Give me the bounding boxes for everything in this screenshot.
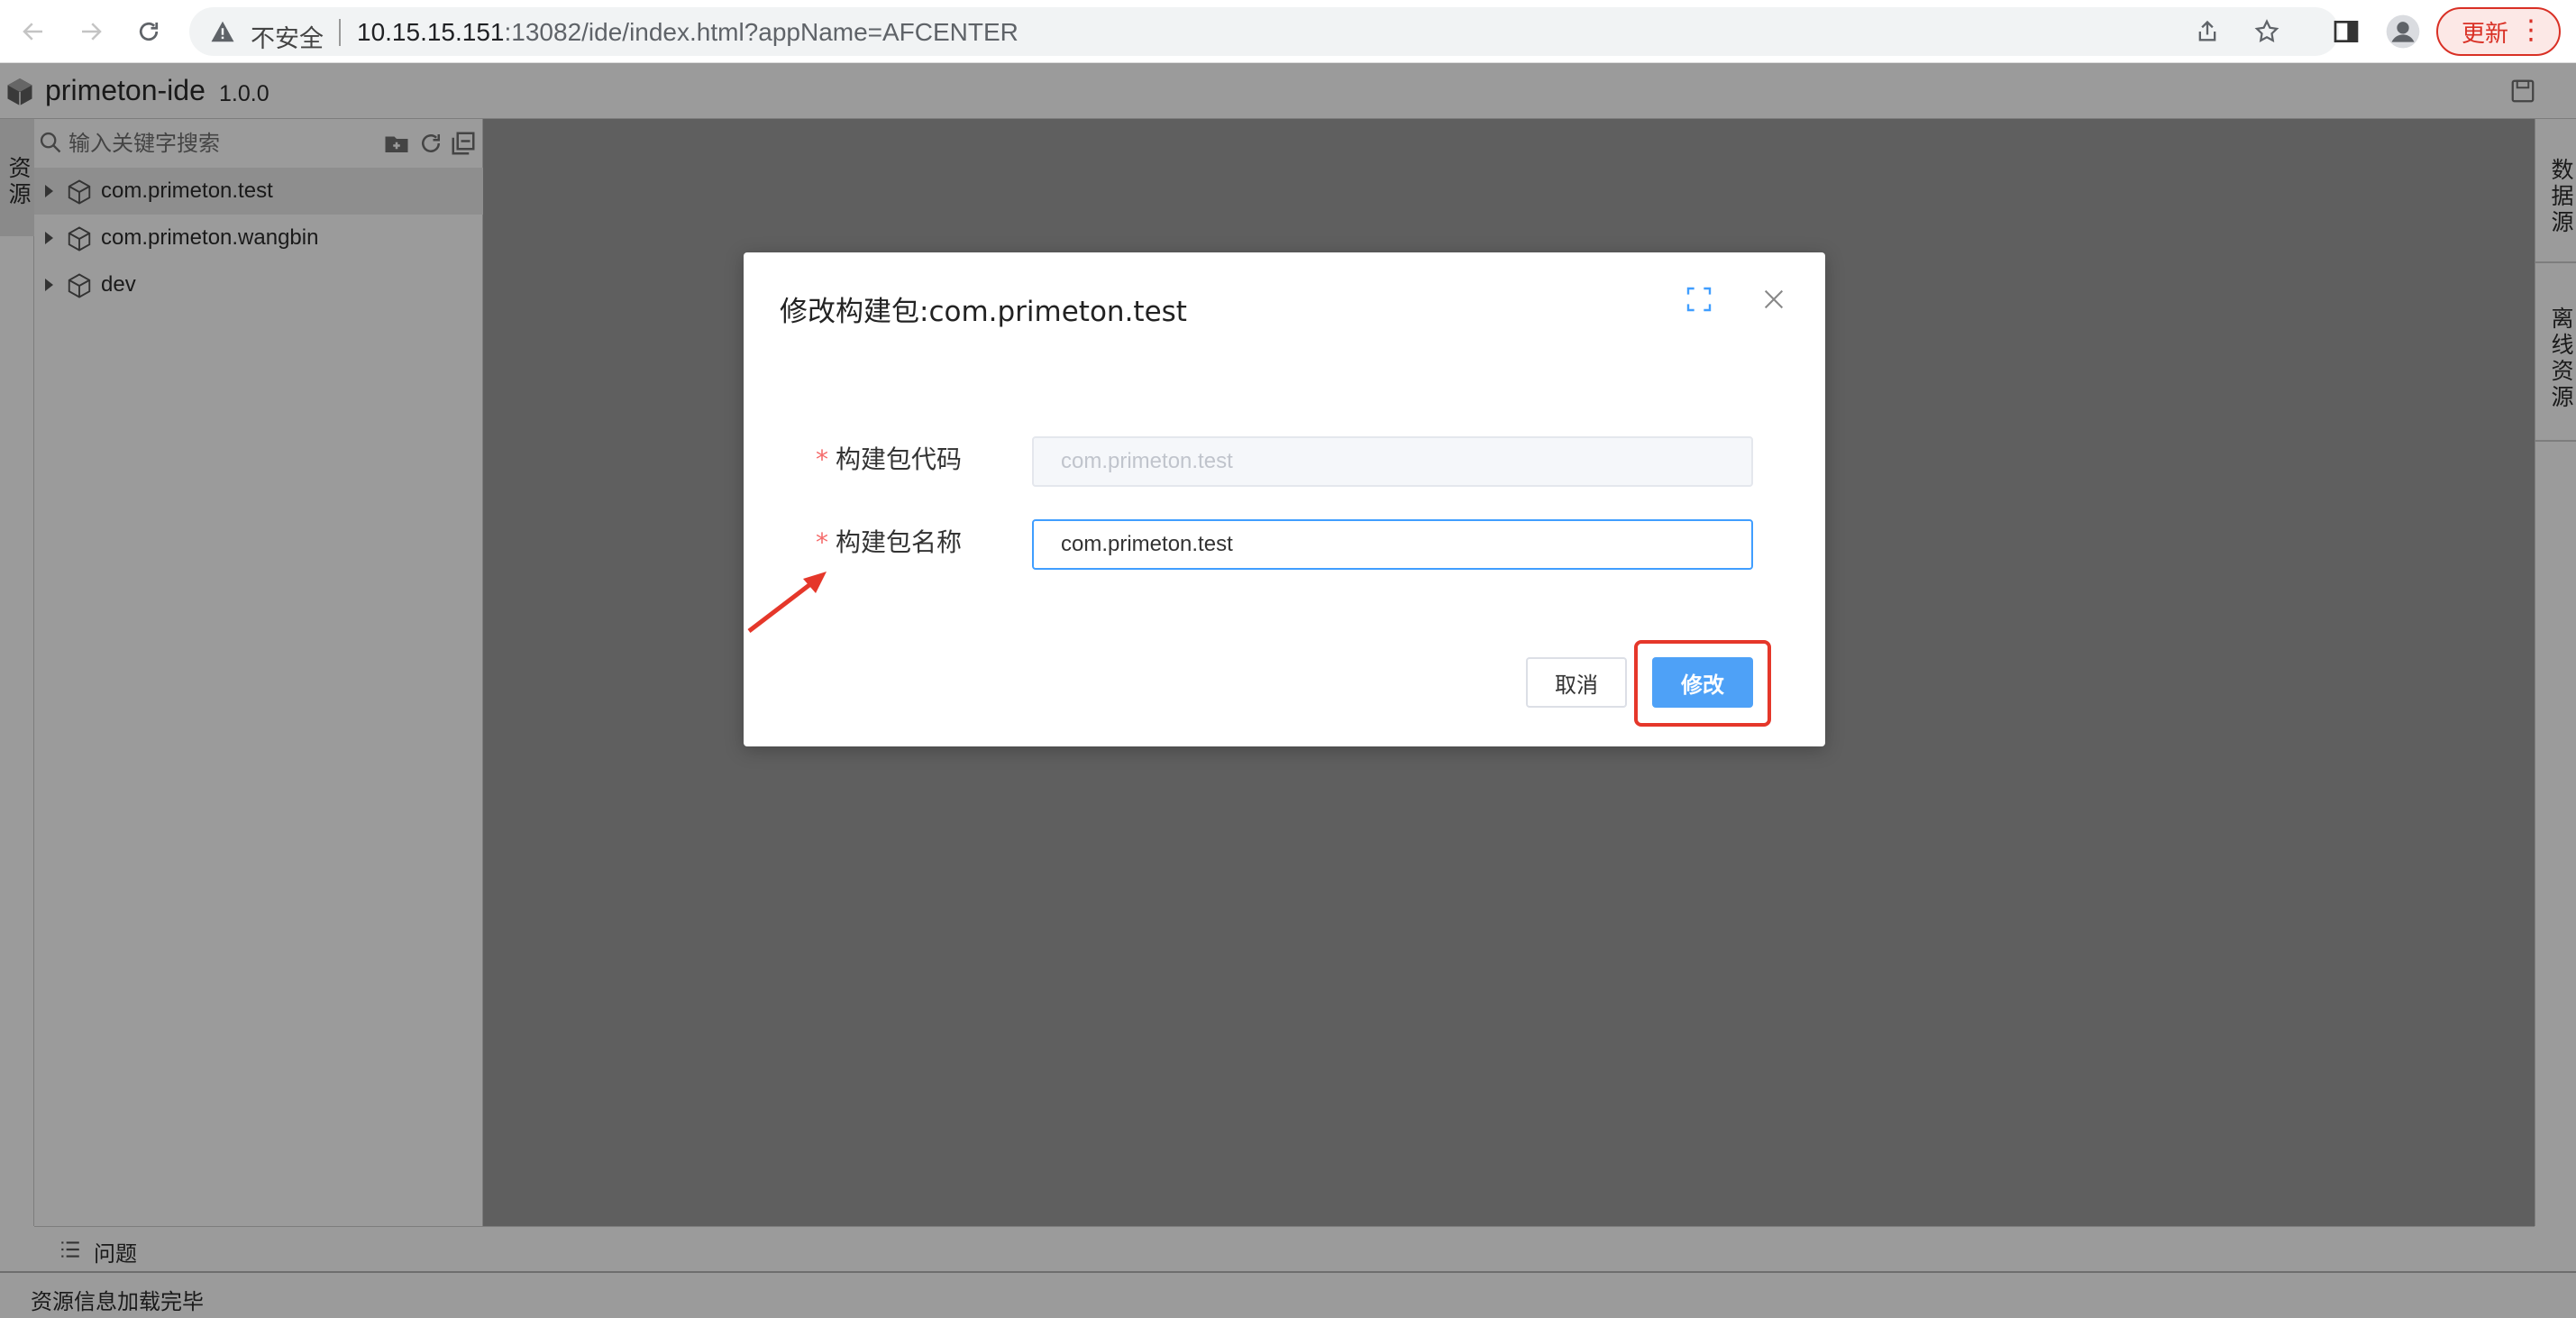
save-icon[interactable]	[2509, 78, 2536, 105]
insecure-label: 不安全	[251, 25, 324, 53]
dialog-title: 修改构建包:com.primeton.test	[780, 296, 1187, 328]
tree-item-label: com.primeton.wangbin	[101, 225, 319, 250]
tree-item[interactable]: com.primeton.test	[34, 168, 483, 215]
update-button[interactable]: 更新 ⋮	[2436, 7, 2561, 56]
resource-search-input[interactable]	[69, 126, 402, 160]
rail-bottom-left	[0, 1226, 34, 1271]
rail-tab-offline-resources[interactable]: 离线资源	[2535, 265, 2576, 442]
rail-tab-resources[interactable]: 资源	[0, 119, 34, 236]
package-name-label: * 构建包名称	[816, 523, 962, 559]
app-title: primeton-ide	[45, 74, 206, 106]
status-text: 资源信息加载完毕	[31, 1289, 204, 1314]
arrow-right-icon	[82, 23, 102, 41]
side-panel-button[interactable]	[2327, 13, 2365, 50]
package-name-input[interactable]	[1032, 519, 1753, 570]
required-mark: *	[816, 444, 828, 474]
fullscreen-icon[interactable]	[1685, 285, 1713, 314]
star-icon	[2254, 19, 2279, 42]
ide-header: primeton-ide 1.0.0	[0, 63, 2576, 119]
share-button[interactable]	[2192, 16, 2223, 47]
list-icon	[61, 1241, 79, 1258]
problems-label: 问题	[94, 1241, 137, 1267]
required-mark: *	[816, 527, 828, 557]
reload-button[interactable]	[128, 11, 169, 52]
url-path: :13082/ide/index.html?appName=AFCENTER	[504, 18, 1019, 46]
package-icon	[68, 273, 91, 298]
package-code-input[interactable]	[1032, 436, 1753, 487]
rail-bottom-right	[2535, 1226, 2576, 1271]
caret-right-icon[interactable]	[45, 185, 53, 197]
collapse-all-icon[interactable]	[449, 130, 478, 157]
address-bar[interactable]: 不安全 10.15.15.151:13082/ide/index.html?ap…	[189, 7, 2339, 56]
status-bar: 资源信息加载完毕	[0, 1271, 2576, 1318]
url-text: 10.15.15.151:13082/ide/index.html?appNam…	[357, 18, 1019, 47]
share-icon	[2198, 20, 2216, 41]
profile-button[interactable]	[2384, 13, 2422, 50]
refresh-icon[interactable]	[416, 130, 445, 157]
side-panel-icon	[2334, 21, 2359, 42]
more-vert-icon: ⋮	[2517, 14, 2544, 46]
new-folder-icon[interactable]	[382, 130, 411, 157]
search-icon	[40, 132, 61, 153]
update-label: 更新	[2462, 20, 2509, 48]
package-name-label-text: 构建包名称	[836, 527, 963, 557]
close-icon[interactable]	[1761, 287, 1786, 312]
browser-toolbar: 不安全 10.15.15.151:13082/ide/index.html?ap…	[0, 0, 2576, 63]
right-rail: 数据源 离线资源	[2535, 119, 2576, 1226]
resource-panel: com.primeton.test com.primeton.wangbin d…	[34, 119, 483, 1226]
problems-bar[interactable]: 问题	[34, 1226, 2535, 1271]
annotation-arrow-icon	[747, 572, 827, 633]
cancel-button[interactable]: 取消	[1526, 657, 1627, 708]
bookmark-button[interactable]	[2252, 16, 2282, 47]
package-icon	[68, 226, 91, 252]
left-rail: 资源	[0, 119, 34, 1226]
address-separator	[339, 19, 341, 46]
forward-button[interactable]	[70, 11, 112, 52]
profile-avatar-icon	[2386, 14, 2420, 49]
resource-tree: com.primeton.test com.primeton.wangbin d…	[34, 168, 483, 308]
tree-item-label: com.primeton.test	[101, 178, 273, 203]
caret-right-icon[interactable]	[45, 232, 53, 244]
warning-icon	[211, 21, 234, 42]
package-icon	[68, 179, 91, 205]
arrow-left-icon	[23, 23, 42, 41]
package-code-label-text: 构建包代码	[836, 444, 963, 474]
tree-item[interactable]: dev	[34, 261, 483, 308]
rail-tab-datasource[interactable]: 数据源	[2535, 119, 2576, 263]
resource-search-bar	[34, 119, 483, 168]
edit-package-dialog: 修改构建包:com.primeton.test * 构建包代码 * 构建包名称 取消…	[744, 252, 1825, 746]
app-version: 1.0.0	[219, 81, 269, 106]
modify-button[interactable]: 修改	[1652, 657, 1753, 708]
tree-item-label: dev	[101, 272, 136, 297]
package-code-label: * 构建包代码	[816, 440, 962, 476]
back-button[interactable]	[13, 11, 54, 52]
cube-logo-icon	[7, 78, 32, 105]
tree-item[interactable]: com.primeton.wangbin	[34, 215, 483, 261]
caret-right-icon[interactable]	[45, 279, 53, 291]
reload-icon	[139, 22, 159, 41]
url-host: 10.15.15.151	[357, 18, 505, 46]
